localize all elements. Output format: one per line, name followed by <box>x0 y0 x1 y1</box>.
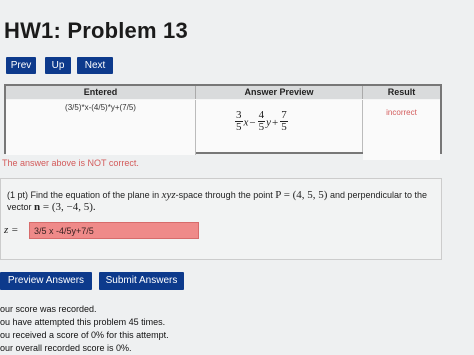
status-line: ou have attempted this problem 45 times. <box>0 317 166 327</box>
variable: y <box>266 116 271 129</box>
page: HW1: Problem 13 Prev Up Next Entered Ans… <box>0 0 474 355</box>
denominator: 5 <box>236 121 242 133</box>
prev-button[interactable]: Prev <box>6 57 36 74</box>
status-line: our score was recorded. <box>0 304 97 314</box>
answer-preview-cell: 3 5 x− 4 5 y+ 7 5 <box>196 100 363 152</box>
operator: + <box>272 116 279 129</box>
denominator: 5 <box>258 121 265 133</box>
submit-answers-button[interactable]: Submit Answers <box>99 272 184 290</box>
answer-input[interactable]: 3/5 x -4/5y+7/5 <box>29 222 199 239</box>
entered-cell: (3/5)*x-(4/5)*y+(7/5) <box>6 100 196 155</box>
result-cell: incorrect <box>363 100 440 160</box>
problem-text: (1 pt) Find the equation of the plane in <box>7 190 162 200</box>
answer-preview-math: 3 5 x− 4 5 y+ 7 5 <box>234 110 289 133</box>
problem-point: P = (4, 5, 5) <box>275 189 328 201</box>
status-line: our overall recorded score is 0%. <box>0 343 132 353</box>
problem-vector-value: = (3, −4, 5). <box>40 201 96 213</box>
problem-text: -space through the point <box>175 190 276 200</box>
status-line: ou received a score of 0% for this attem… <box>0 330 169 340</box>
problem-statement: (1 pt) Find the equation of the plane in… <box>7 189 437 213</box>
problem-xyz: xyz <box>161 189 176 201</box>
denominator: 5 <box>281 121 287 133</box>
result-status: incorrect <box>386 108 417 117</box>
next-button[interactable]: Next <box>77 57 113 74</box>
fraction: 45 <box>257 110 266 133</box>
entered-value: (3/5)*x-(4/5)*y+(7/5) <box>65 103 136 112</box>
up-button[interactable]: Up <box>45 57 71 74</box>
answer-label: z = <box>4 224 19 236</box>
preview-answers-button[interactable]: Preview Answers <box>0 272 92 290</box>
variable: x <box>243 116 249 129</box>
column-header-result: Result <box>363 86 440 99</box>
feedback-message: The answer above is NOT correct. <box>2 158 139 168</box>
column-header-entered: Entered <box>6 86 196 99</box>
page-title: HW1: Problem 13 <box>4 18 188 43</box>
problem-box: (1 pt) Find the equation of the plane in… <box>0 178 442 260</box>
fraction: 35 <box>235 110 243 133</box>
column-header-answer-preview: Answer Preview <box>196 86 363 99</box>
results-table: Entered Answer Preview Result (3/5)*x-(4… <box>4 84 442 160</box>
operator: − <box>249 116 256 129</box>
fraction: 75 <box>280 110 288 133</box>
